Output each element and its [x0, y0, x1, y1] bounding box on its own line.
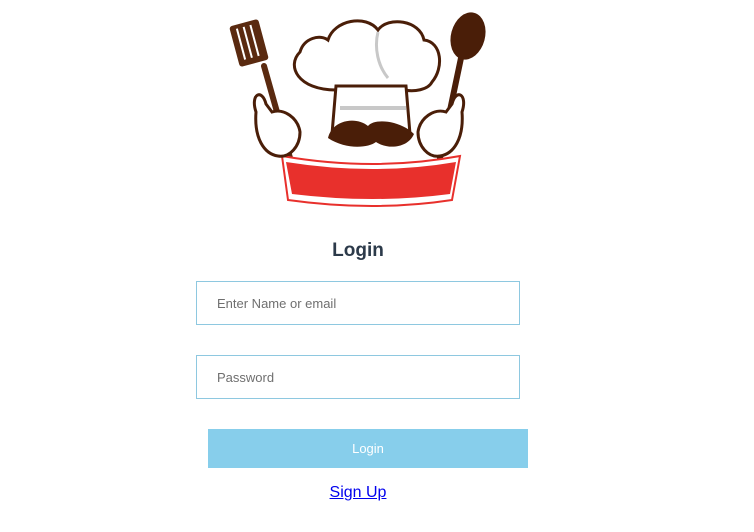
- name-or-email-input[interactable]: [196, 281, 520, 325]
- page-title: Login: [332, 240, 384, 261]
- banner-icon: [280, 154, 462, 207]
- login-button[interactable]: Login: [208, 429, 528, 468]
- signup-link[interactable]: Sign Up: [330, 484, 387, 501]
- hand-right-icon: [416, 93, 466, 158]
- chef-hat-icon: [292, 19, 441, 136]
- password-input[interactable]: [196, 355, 520, 399]
- chef-logo-icon: [228, 8, 490, 208]
- signup-container: Sign Up: [0, 484, 716, 502]
